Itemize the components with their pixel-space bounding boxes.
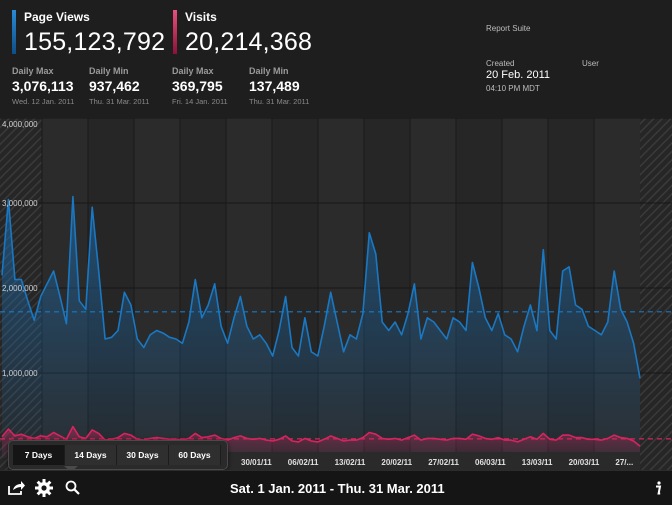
report-suite-label: Report Suite (486, 24, 531, 33)
v-daily-max-label: Daily Max (172, 66, 214, 76)
v-daily-max: Daily Max 369,795 Fri. 14 Jan. 2011 (172, 66, 228, 106)
x-tick-label: 20/02/11 (381, 458, 412, 467)
x-tick-label: 06/03/11 (475, 458, 506, 467)
range-picker-popover: 7 Days 14 Days 30 Days 60 Days (8, 440, 228, 470)
page-views-color-bar (12, 10, 16, 54)
page-views-total: 155,123,792 (24, 28, 166, 56)
x-tick-label: 20/03/11 (569, 458, 600, 467)
page-views-metric[interactable]: Page Views 155,123,792 (12, 10, 172, 58)
page-views-label: Page Views (24, 10, 90, 24)
x-tick-label: 13/03/11 (522, 458, 553, 467)
y-tick-label: 3,000,000 (2, 199, 38, 208)
range-segmented-control: 7 Days 14 Days 30 Days 60 Days (13, 445, 221, 465)
v-daily-max-value: 369,795 (172, 78, 223, 94)
visits-total: 20,214,368 (185, 28, 313, 56)
user-label: User (582, 59, 599, 68)
x-tick-label: 27/02/11 (428, 458, 459, 467)
v-daily-max-date: Fri. 14 Jan. 2011 (172, 97, 228, 106)
line-chart[interactable]: 30/01/11 06/02/11 13/02/11 20/02/11 27/02/11… (0, 117, 672, 470)
pv-daily-max-date: Wed. 12 Jan. 2011 (12, 97, 75, 106)
range-option-30-days[interactable]: 30 Days (117, 445, 169, 465)
visits-color-bar (173, 10, 177, 54)
pv-daily-min-date: Thu. 31 Mar. 2011 (89, 97, 150, 106)
pv-daily-min: Daily Min 937,462 Thu. 31 Mar. 2011 (89, 66, 149, 106)
created-label: Created (486, 59, 515, 68)
info-icon[interactable] (648, 478, 668, 498)
x-tick-label: 13/02/11 (335, 458, 366, 467)
bottom-toolbar: Sat. 1 Jan. 2011 - Thu. 31 Mar. 2011 (0, 470, 672, 505)
pv-daily-max-value: 3,076,113 (12, 78, 74, 94)
v-daily-min-value: 137,489 (249, 78, 300, 94)
y-tick-label: 2,000,000 (2, 284, 38, 293)
range-option-14-days[interactable]: 14 Days (65, 445, 117, 465)
visits-label: Visits (185, 10, 217, 24)
right-edge-hatch (640, 118, 672, 470)
v-daily-min: Daily Min 137,489 Thu. 31 Mar. 2011 (249, 66, 309, 106)
created-date: 20 Feb. 2011 (486, 69, 551, 81)
summary-header: Page Views 155,123,792 Visits 20,214,368… (0, 0, 672, 118)
share-icon[interactable] (6, 478, 26, 498)
range-option-7-days[interactable]: 7 Days (13, 445, 65, 465)
range-option-60-days[interactable]: 60 Days (169, 445, 221, 465)
pv-daily-max: Daily Max 3,076,113 Wed. 12 Jan. 2011 (12, 66, 74, 106)
search-icon[interactable] (63, 478, 83, 498)
v-daily-min-date: Thu. 31 Mar. 2011 (249, 97, 310, 106)
x-tick-label: 30/01/11 (241, 458, 272, 467)
v-daily-min-label: Daily Min (249, 66, 289, 76)
x-tick-label: 06/02/11 (288, 458, 319, 467)
date-range-label[interactable]: Sat. 1 Jan. 2011 - Thu. 31 Mar. 2011 (230, 481, 445, 496)
y-tick-label: 1,000,000 (2, 369, 38, 378)
pv-daily-min-label: Daily Min (89, 66, 129, 76)
visits-metric[interactable]: Visits 20,214,368 (173, 10, 333, 58)
x-tick-label: 27/... (615, 458, 633, 467)
settings-gear-icon[interactable] (34, 478, 54, 498)
chart-area[interactable]: 30/01/11 06/02/11 13/02/11 20/02/11 27/02/11… (0, 117, 672, 470)
y-tick-label: 4,000,000 (2, 120, 38, 129)
pv-daily-max-label: Daily Max (12, 66, 54, 76)
pv-daily-min-value: 937,462 (89, 78, 140, 94)
created-time: 04:10 PM MDT (486, 84, 540, 93)
